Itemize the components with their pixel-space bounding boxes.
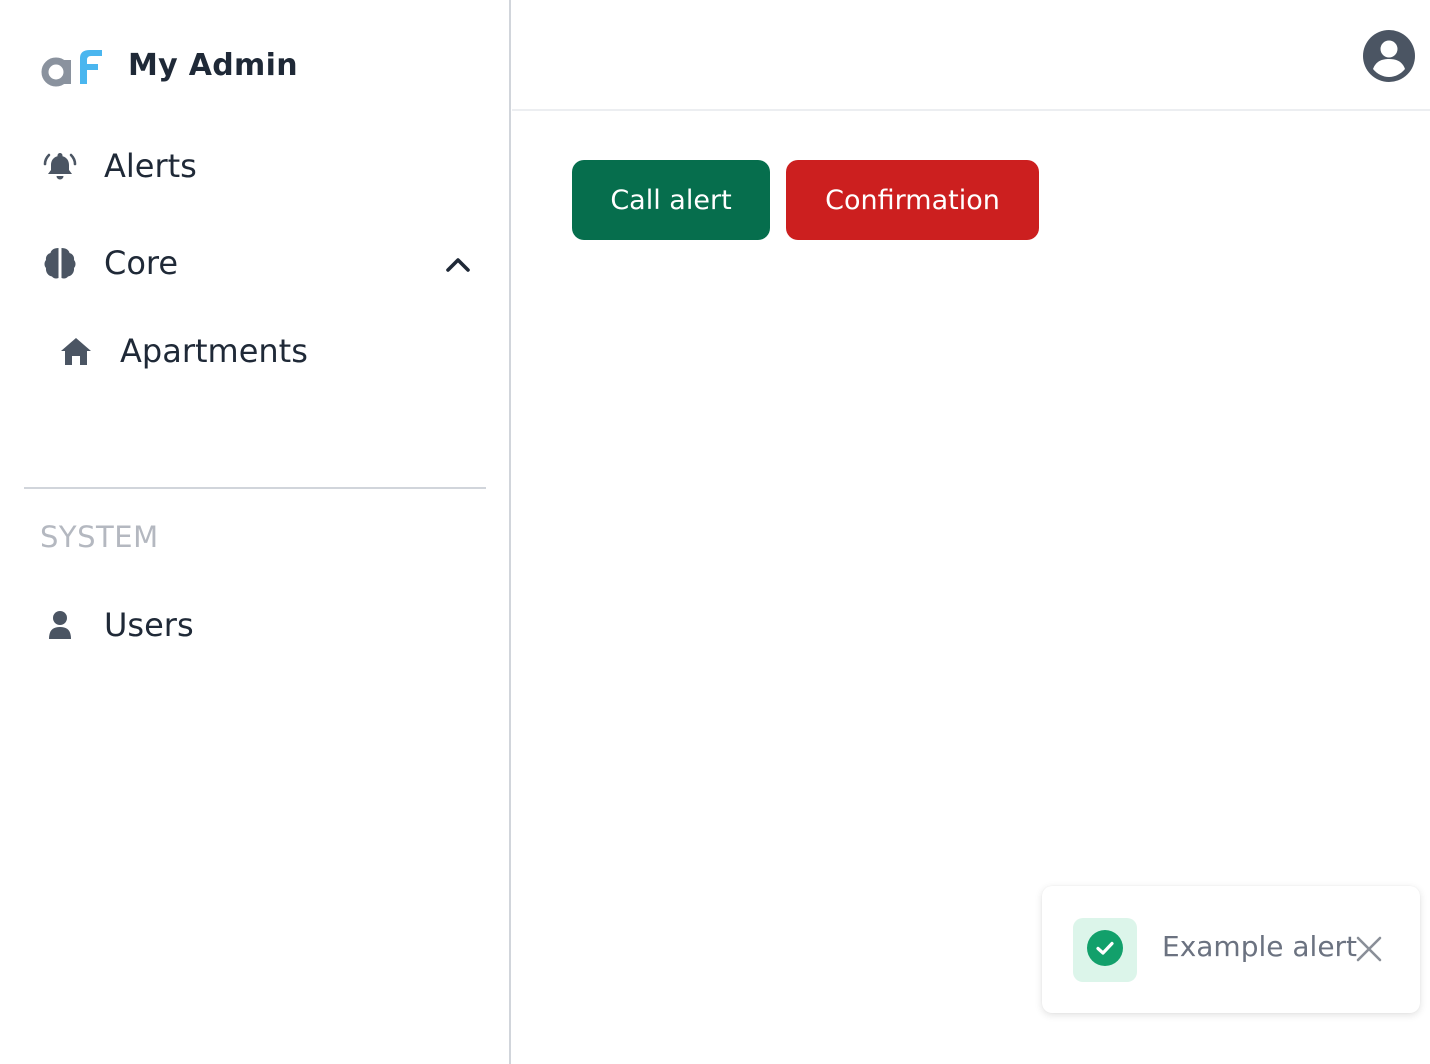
call-alert-button[interactable]: Call alert [572, 160, 770, 240]
brand[interactable]: My Admin [40, 40, 298, 90]
brand-logo-icon [41, 50, 102, 87]
top-bar [512, 0, 1430, 111]
section-title-system: SYSTEM [40, 520, 159, 554]
sidebar-divider [24, 487, 486, 489]
app-root: My Admin Alerts Core Apartments SYSTEM U… [0, 0, 1430, 1064]
confirmation-button[interactable]: Confirmation [786, 160, 1039, 240]
sidebar-item-core[interactable]: Core [40, 243, 480, 283]
sidebar-item-label: Apartments [120, 332, 308, 370]
toast-message: Example alert [1162, 930, 1358, 963]
sidebar-item-label: Users [104, 606, 194, 644]
user-circle-icon[interactable] [1362, 29, 1416, 83]
check-circle-icon [1086, 929, 1124, 971]
sidebar-item-apartments[interactable]: Apartments [56, 331, 308, 371]
sidebar-item-label: Core [104, 244, 179, 282]
sidebar: My Admin Alerts Core Apartments SYSTEM U… [0, 0, 511, 1064]
brain-icon [40, 243, 80, 283]
sidebar-item-alerts[interactable]: Alerts [40, 146, 197, 186]
brand-name: My Admin [128, 47, 298, 83]
toast-alert: Example alert [1042, 886, 1420, 1013]
toast-icon-container [1073, 918, 1137, 982]
sidebar-item-users[interactable]: Users [40, 605, 194, 645]
sidebar-item-label: Alerts [104, 147, 197, 185]
user-icon [40, 605, 80, 645]
close-icon[interactable] [1354, 934, 1384, 964]
chevron-up-icon[interactable] [444, 251, 472, 283]
home-icon [56, 331, 96, 371]
bell-icon [40, 146, 80, 186]
